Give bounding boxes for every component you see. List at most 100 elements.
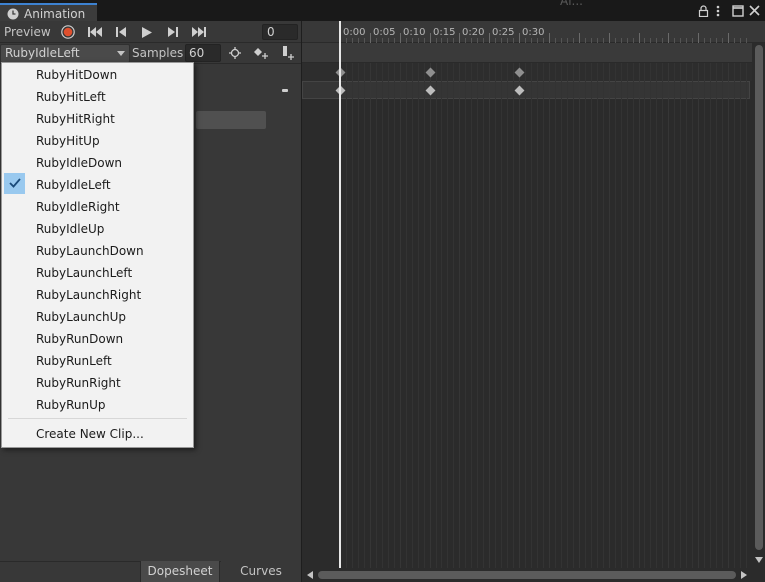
tab-curves[interactable]: Curves bbox=[221, 561, 301, 582]
samples-field[interactable]: 60 bbox=[185, 44, 221, 62]
grid-line bbox=[740, 63, 741, 568]
preview-toggle[interactable]: Preview bbox=[4, 25, 51, 39]
menu-item-clip[interactable]: RubyLaunchUp bbox=[2, 306, 193, 328]
menu-item-clip[interactable]: RubyLaunchDown bbox=[2, 240, 193, 262]
scroll-down-arrow-icon[interactable] bbox=[755, 557, 763, 563]
grid-line bbox=[597, 63, 598, 568]
ruler-label: 0:25 bbox=[492, 27, 515, 38]
tab-dopesheet[interactable]: Dopesheet bbox=[140, 561, 220, 582]
grid-line bbox=[639, 63, 640, 568]
skip-to-start-icon bbox=[88, 27, 102, 37]
vertical-scrollbar-thumb[interactable] bbox=[755, 45, 763, 550]
ruler-minor-tick bbox=[621, 38, 622, 43]
next-keyframe-button[interactable] bbox=[161, 22, 185, 42]
close-icon[interactable] bbox=[749, 5, 760, 16]
ruler-major-tick bbox=[430, 33, 431, 43]
ruler-major-tick bbox=[370, 33, 371, 43]
menu-item-clip[interactable]: RubyHitDown bbox=[2, 64, 193, 86]
grid-line bbox=[668, 63, 669, 568]
playhead[interactable] bbox=[339, 21, 341, 568]
ruler-minor-tick bbox=[441, 38, 442, 43]
grid-line bbox=[722, 63, 723, 568]
menu-item-clip[interactable]: RubyRunDown bbox=[2, 328, 193, 350]
event-track[interactable] bbox=[302, 43, 752, 63]
dopesheet-area[interactable] bbox=[302, 21, 765, 582]
ruler-minor-tick bbox=[591, 38, 592, 43]
previous-keyframe-button[interactable] bbox=[109, 22, 133, 42]
grid-line bbox=[364, 63, 365, 568]
scroll-right-arrow-icon[interactable] bbox=[741, 571, 747, 579]
grid-line bbox=[674, 63, 675, 568]
grid-line bbox=[567, 63, 568, 568]
ruler-minor-tick bbox=[352, 38, 353, 43]
ruler-minor-tick bbox=[406, 38, 407, 43]
ruler-minor-tick bbox=[650, 38, 651, 43]
menu-separator bbox=[8, 418, 187, 419]
ruler-minor-tick bbox=[424, 38, 425, 43]
menu-item-clip[interactable]: RubyIdleDown bbox=[2, 152, 193, 174]
menu-item-clip[interactable]: RubyRunUp bbox=[2, 394, 193, 416]
grid-line bbox=[465, 63, 466, 568]
ruler-minor-tick bbox=[436, 38, 437, 43]
grid-line bbox=[388, 63, 389, 568]
ruler-minor-tick bbox=[513, 38, 514, 43]
last-keyframe-button[interactable] bbox=[187, 22, 211, 42]
grid-line bbox=[728, 63, 729, 568]
horizontal-scrollbar-thumb[interactable] bbox=[318, 571, 736, 579]
ruler-label: 0:00 bbox=[343, 27, 366, 38]
add-property-button[interactable] bbox=[196, 111, 266, 129]
ruler-minor-tick bbox=[603, 38, 604, 43]
snap-button[interactable] bbox=[223, 43, 247, 63]
play-icon bbox=[142, 26, 152, 38]
menu-item-clip[interactable]: RubyHitLeft bbox=[2, 86, 193, 108]
menu-item-clip[interactable]: RubyIdleUp bbox=[2, 218, 193, 240]
grid-line bbox=[459, 63, 460, 568]
grid-line bbox=[573, 63, 574, 568]
ruler-minor-tick bbox=[656, 38, 657, 43]
menu-item-clip[interactable]: RubyRunRight bbox=[2, 372, 193, 394]
kebab-menu-icon[interactable] bbox=[716, 5, 720, 17]
ruler-label: 0:15 bbox=[433, 27, 456, 38]
current-frame-field[interactable]: 0 bbox=[262, 24, 298, 40]
record-button[interactable] bbox=[56, 22, 80, 42]
create-new-clip-item[interactable]: Create New Clip... bbox=[2, 423, 193, 445]
ruler-minor-tick bbox=[662, 38, 663, 43]
grid-line bbox=[412, 63, 413, 568]
ruler-major-tick bbox=[609, 33, 610, 43]
scroll-left-arrow-icon[interactable] bbox=[307, 571, 313, 579]
grid-line bbox=[698, 63, 699, 568]
grid-line bbox=[489, 63, 490, 568]
grid-line bbox=[615, 63, 616, 568]
menu-item-clip[interactable]: RubyIdleLeft bbox=[2, 174, 193, 196]
ruler-major-tick bbox=[459, 33, 460, 43]
grid-line bbox=[525, 63, 526, 568]
grid-line bbox=[441, 63, 442, 568]
ruler-minor-tick bbox=[722, 38, 723, 43]
grid-line bbox=[704, 63, 705, 568]
menu-item-clip[interactable]: RubyHitRight bbox=[2, 108, 193, 130]
ruler-minor-tick bbox=[692, 38, 693, 43]
grid-line bbox=[471, 63, 472, 568]
animation-tab[interactable]: Animation bbox=[0, 3, 97, 23]
ruler-minor-tick bbox=[644, 38, 645, 43]
tab-title: Animation bbox=[24, 7, 86, 21]
add-keyframe-button[interactable] bbox=[249, 43, 273, 63]
menu-item-clip[interactable]: RubyHitUp bbox=[2, 130, 193, 152]
maximize-icon[interactable] bbox=[732, 5, 744, 17]
grid-line bbox=[352, 63, 353, 568]
grid-line bbox=[358, 63, 359, 568]
ruler-minor-tick bbox=[388, 38, 389, 43]
menu-item-clip[interactable]: RubyLaunchLeft bbox=[2, 262, 193, 284]
play-button[interactable] bbox=[135, 22, 159, 42]
menu-item-clip[interactable]: RubyIdleRight bbox=[2, 196, 193, 218]
lock-icon[interactable] bbox=[698, 5, 709, 17]
ruler-major-tick bbox=[698, 33, 699, 43]
ruler-minor-tick bbox=[567, 38, 568, 43]
menu-item-clip[interactable]: RubyRunLeft bbox=[2, 350, 193, 372]
grid-line bbox=[555, 63, 556, 568]
first-keyframe-button[interactable] bbox=[83, 22, 107, 42]
menu-item-clip[interactable]: RubyLaunchRight bbox=[2, 284, 193, 306]
crosshair-icon bbox=[229, 47, 241, 59]
add-event-button[interactable] bbox=[275, 43, 299, 63]
clip-selector[interactable]: RubyIdleLeft bbox=[0, 44, 130, 63]
